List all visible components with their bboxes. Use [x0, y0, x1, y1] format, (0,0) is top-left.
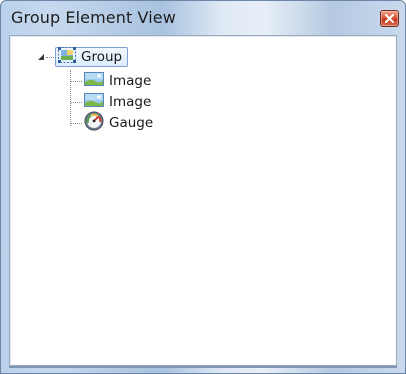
- tree-node-gauge[interactable]: Gauge: [84, 111, 154, 135]
- group-icon: [58, 47, 76, 67]
- tree-node-group[interactable]: Group: [55, 47, 129, 67]
- tree-connector: [71, 123, 82, 124]
- close-button[interactable]: [380, 10, 399, 27]
- tree-node-image[interactable]: Image: [84, 92, 151, 112]
- window-title: Group Element View: [11, 8, 176, 27]
- title-bar[interactable]: Group Element View: [1, 1, 405, 35]
- image-icon: [84, 71, 104, 91]
- panel-bottom-border: [9, 366, 397, 368]
- gauge-icon: [84, 111, 104, 135]
- tree-connector: [70, 70, 71, 126]
- tree-connector: [71, 81, 82, 82]
- expand-arrow-icon[interactable]: [36, 52, 46, 62]
- tree-node-label: Gauge: [109, 115, 154, 131]
- group-element-view-window: Group Element View Group Image Image Gau…: [0, 0, 406, 374]
- close-icon: [385, 14, 394, 23]
- tree-node-label: Image: [109, 73, 152, 89]
- tree-panel: Group Image Image Gauge: [9, 35, 397, 366]
- image-icon: [84, 92, 104, 112]
- selection-highlight: Group: [55, 47, 129, 67]
- element-tree: Group Image Image Gauge: [10, 36, 396, 365]
- tree-connector: [46, 57, 54, 58]
- tree-node-image[interactable]: Image: [84, 71, 151, 91]
- tree-connector: [71, 102, 82, 103]
- tree-node-label: Image: [109, 94, 152, 110]
- tree-node-label: Group: [81, 49, 123, 65]
